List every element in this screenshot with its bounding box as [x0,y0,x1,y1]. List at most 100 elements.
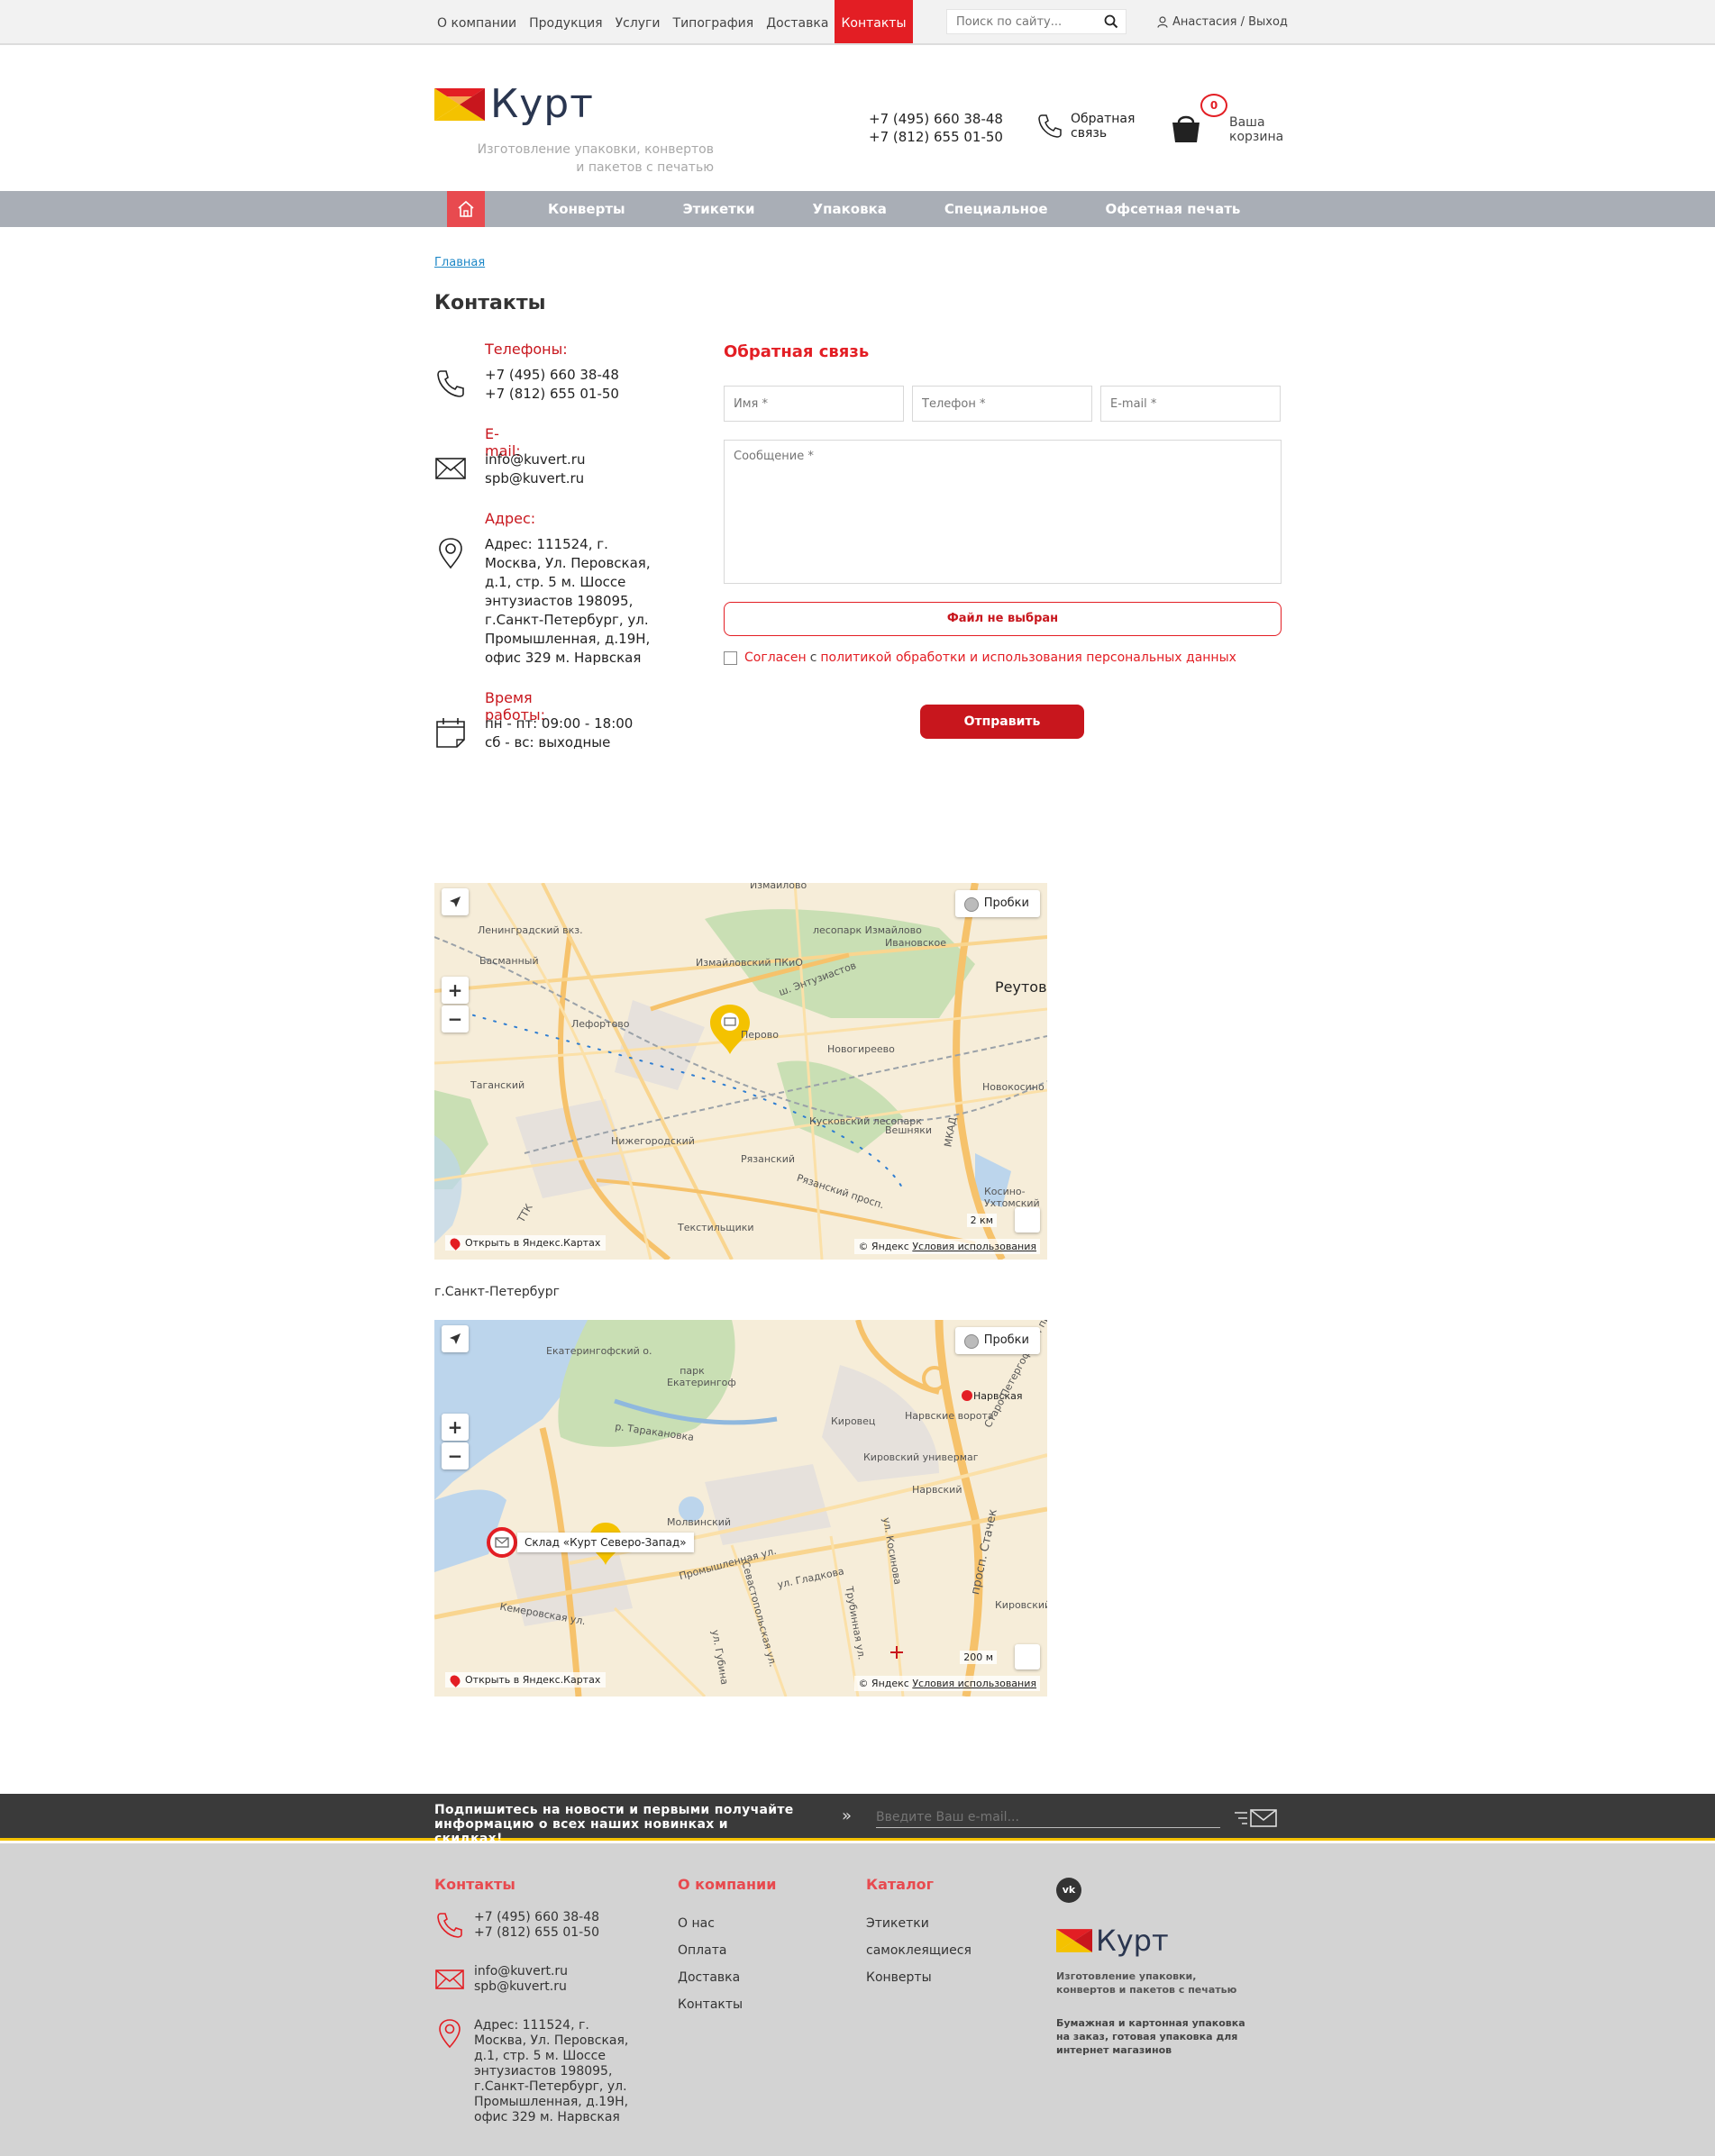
footer-description: Бумажная и картонная упаковка на заказ, … [1056,2017,1245,2056]
cart-count-badge: 0 [1200,94,1227,117]
phone-icon [1038,114,1062,138]
location-arrow-icon [450,1333,461,1344]
footer-email-2[interactable]: spb@kuvert.ru [474,1979,636,1995]
footer-address-text: Адрес: 111524, г. Москва, Ул. Перовская,… [474,2018,629,2124]
footer-catalog-links: Этикетки самоклеящиеся Конверты [866,1910,972,1991]
footer-logo[interactable]: Курт [1056,1926,1169,1955]
privacy-policy-link[interactable]: политикой обработки и использования перс… [820,650,1236,665]
subscribe-email-input[interactable] [876,1806,1220,1828]
user-name-logout[interactable]: Анастасия / Выход [1172,15,1288,29]
map-zoom-in-button[interactable]: + [442,977,469,1004]
map-moscow[interactable]: Измайлово лесопарк Измайлово Ивановское … [434,883,1047,1260]
mainnav-item-offset-printing[interactable]: Офсетная печать [1077,191,1270,227]
contacts-email-1[interactable]: info@kuvert.ru [485,450,656,469]
map-geolocation-button[interactable] [442,888,469,915]
name-field[interactable] [724,386,904,422]
mainnav-item-packaging[interactable]: Упаковка [784,191,916,227]
file-upload-button[interactable]: Файл не выбран [724,602,1282,636]
footer-email-1[interactable]: info@kuvert.ru [474,1964,636,1979]
mail-send-icon[interactable] [1233,1806,1280,1830]
footer-link-contacts[interactable]: Контакты [678,1991,743,2018]
map-zoom-in-button[interactable]: + [442,1414,469,1441]
footer-phone-1[interactable]: +7 (495) 660 38-48 [474,1910,636,1925]
cart-label: Ваша корзина [1229,115,1283,144]
footer-contacts-heading: Контакты [434,1876,515,1893]
map-open-yandex-link[interactable]: Открыть в Яндекс.Картах [445,1672,607,1688]
mainnav-item-envelopes[interactable]: Конверты [519,191,654,227]
map-terms-link[interactable]: Условия использования [912,1678,1036,1689]
contacts-hours-weekdays: пн - пт: 09:00 - 18:00 [485,715,634,732]
footer-link-envelopes[interactable]: Конверты [866,1964,972,1991]
user-link[interactable]: Анастасия / Выход [1157,15,1288,29]
map-scale: 200 м [960,1651,997,1664]
cart-button[interactable]: 0 Ваша корзина [1170,94,1283,148]
map-traffic-button[interactable]: Пробки [954,890,1040,917]
message-field[interactable] [724,440,1282,584]
submit-button[interactable]: Отправить [920,705,1084,739]
topnav-item-delivery[interactable]: Доставка [760,0,835,43]
map-traffic-button[interactable]: Пробки [954,1327,1040,1354]
footer-phone-2[interactable]: +7 (812) 655 01-50 [474,1925,636,1941]
contacts-email-text: info@kuvert.ru spb@kuvert.ru [485,450,656,488]
topnav-item-contacts[interactable]: Контакты [835,0,913,43]
map-label: Нарвский [912,1484,962,1496]
topnav-item-services[interactable]: Услуги [609,0,667,43]
footer-catalog-heading: Каталог [866,1876,935,1893]
map-spb[interactable]: Екатерингофский о. парк Екатерингоф р. Т… [434,1320,1047,1697]
phone-field[interactable] [912,386,1092,422]
site-header [0,45,1715,191]
header-phone-1[interactable]: +7 (495) 660 38-48 [869,110,1003,128]
map-label: Басманный [479,955,539,967]
pin-icon [448,1235,462,1251]
consent-row: Согласен с политикой обработки и использ… [724,650,1236,665]
footer-link-payment[interactable]: Оплата [678,1937,743,1964]
search-icon[interactable] [1104,14,1118,29]
mainnav-item-special[interactable]: Специальное [916,191,1077,227]
cart-icon [1172,115,1200,142]
email-field[interactable] [1100,386,1281,422]
callback-button[interactable]: Обратная связь [1036,112,1135,141]
map-ruler-button[interactable] [1015,1644,1040,1669]
main-navigation: Конверты Этикетки Упаковка Специальное О… [0,191,1715,227]
map-copyright: © Яндекс Условия использования [854,1239,1040,1254]
logo[interactable]: Курт [434,85,594,124]
footer-link-delivery[interactable]: Доставка [678,1964,743,1991]
map-terms-link[interactable]: Условия использования [912,1241,1036,1252]
vk-icon[interactable]: vk [1056,1878,1081,1903]
contacts-email-2[interactable]: spb@kuvert.ru [485,469,656,488]
footer-link-about[interactable]: О нас [678,1910,743,1937]
map-copyright: © Яндекс Условия использования [854,1676,1040,1691]
contacts-phone-2[interactable]: +7 (812) 655 01-50 [485,385,656,404]
map-open-yandex-link[interactable]: Открыть в Яндекс.Картах [445,1235,607,1251]
map-ruler-button[interactable] [1015,1207,1040,1233]
balloon-marker-spb[interactable] [487,1527,517,1558]
map-label: Кировский универмаг [863,1451,979,1463]
map-balloon[interactable]: Склад «Курт Северо-Запад» [517,1533,694,1552]
map-spb-tiles[interactable] [434,1320,1047,1697]
topnav-item-printing[interactable]: Типография [667,0,761,43]
header-phone-2[interactable]: +7 (812) 655 01-50 [869,128,1003,146]
contacts-phone-1[interactable]: +7 (495) 660 38-48 [485,366,656,385]
search-input[interactable] [947,10,1099,33]
envelope-icon [435,458,466,479]
topnav-item-products[interactable]: Продукция [523,0,608,43]
map-zoom-out-button[interactable]: − [442,1005,469,1033]
location-arrow-icon [450,896,461,907]
map-scale: 2 км [966,1214,997,1227]
footer-link-labels[interactable]: Этикетки [866,1910,972,1937]
map-zoom-out-button[interactable]: − [442,1442,469,1469]
consent-label[interactable]: Согласен [744,650,807,665]
consent-checkbox[interactable] [724,650,737,665]
footer-phones-text: +7 (495) 660 38-48 +7 (812) 655 01-50 [474,1910,636,1941]
topnav-item-about[interactable]: О компании [431,0,523,43]
breadcrumb-home[interactable]: Главная [434,256,485,269]
home-button[interactable] [447,191,485,227]
phone-icon [437,1913,462,1938]
map-geolocation-button[interactable] [442,1325,469,1352]
map-label: Таганский [470,1079,525,1091]
mainnav-item-labels[interactable]: Этикетки [654,191,784,227]
footer-tagline: Изготовление упаковки, конвертов и пакет… [1056,1970,1237,1996]
map-label: Нижегородский [611,1135,695,1147]
map-copyright-text: © Яндекс [858,1678,909,1689]
footer-link-self-adhesive[interactable]: самоклеящиеся [866,1937,972,1964]
